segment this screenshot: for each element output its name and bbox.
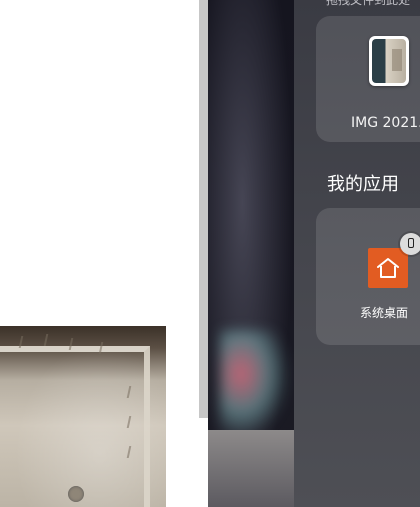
image-preview: [372, 39, 406, 83]
app-tile-system-desktop[interactable]: [368, 248, 408, 288]
background-photo: [0, 326, 166, 507]
my-apps-title: 我的应用: [327, 174, 399, 195]
app-label[interactable]: 系统桌面: [360, 304, 408, 321]
drop-hint: 拖拽文件到此处: [326, 0, 411, 7]
blur-bottom: [208, 430, 294, 507]
photo-detail: [68, 486, 84, 502]
file-name[interactable]: IMG 2021.: [351, 115, 420, 131]
side-panel: 拖拽文件到此处 IMG 2021. 我的应用 系统桌面: [294, 0, 420, 507]
apps-card: 系统桌面: [316, 208, 420, 345]
photo-detail: [43, 334, 49, 346]
recent-files-card: IMG 2021.: [316, 16, 420, 142]
phone-icon[interactable]: [400, 233, 420, 255]
blurred-background: [208, 0, 294, 507]
file-thumbnail[interactable]: [369, 36, 409, 86]
home-icon: [377, 258, 399, 278]
window-divider: [199, 0, 208, 418]
blur-glow: [220, 330, 290, 440]
